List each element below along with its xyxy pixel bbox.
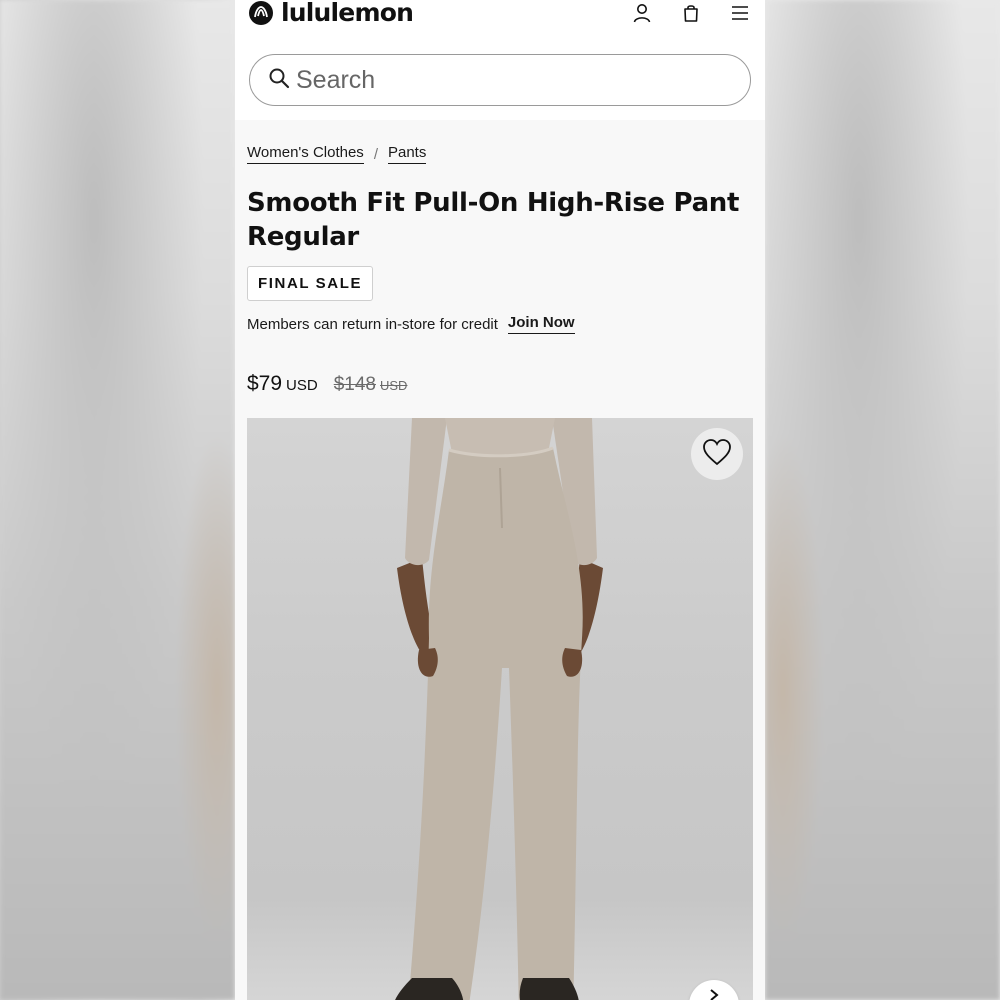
top-bar: lululemon (235, 0, 765, 120)
background-right (765, 0, 1000, 1000)
price-block: $79 USD $148 USD (247, 372, 407, 396)
breadcrumb-pants[interactable]: Pants (387, 144, 427, 164)
product-page: lululemon Search Women's Clothes / Pants… (235, 0, 765, 1000)
bag-icon[interactable] (680, 2, 702, 24)
final-sale-badge: FINAL SALE (247, 266, 374, 301)
members-text: Members can return in-store for credit (247, 315, 498, 333)
sale-price-currency: USD (286, 377, 318, 394)
menu-icon[interactable] (729, 2, 751, 24)
sale-price: $79 (247, 372, 283, 395)
search-icon (268, 67, 290, 94)
members-return-note: Members can return in-store for credit J… (247, 314, 575, 334)
product-image[interactable] (247, 418, 753, 1000)
lululemon-logo-icon (249, 1, 273, 25)
brand-logo[interactable]: lululemon (249, 0, 414, 27)
heart-icon (702, 438, 732, 471)
brand-name: lululemon (281, 0, 414, 27)
breadcrumb-separator: / (373, 145, 378, 163)
original-price-currency: USD (380, 378, 408, 393)
breadcrumb: Women's Clothes / Pants (247, 144, 427, 164)
model-illustration (395, 418, 603, 1000)
chevron-right-icon (707, 988, 721, 1000)
join-now-link[interactable]: Join Now (507, 314, 575, 334)
account-icon[interactable] (631, 2, 653, 24)
search-bar[interactable] (249, 54, 751, 106)
favorite-button[interactable] (691, 428, 743, 480)
original-price: $148 (333, 374, 376, 395)
search-input[interactable] (296, 65, 716, 95)
product-title: Smooth Fit Pull-On High-Rise Pant Regula… (247, 188, 740, 252)
background-left (0, 0, 235, 1000)
breadcrumb-womens-clothes[interactable]: Women's Clothes (247, 144, 364, 164)
